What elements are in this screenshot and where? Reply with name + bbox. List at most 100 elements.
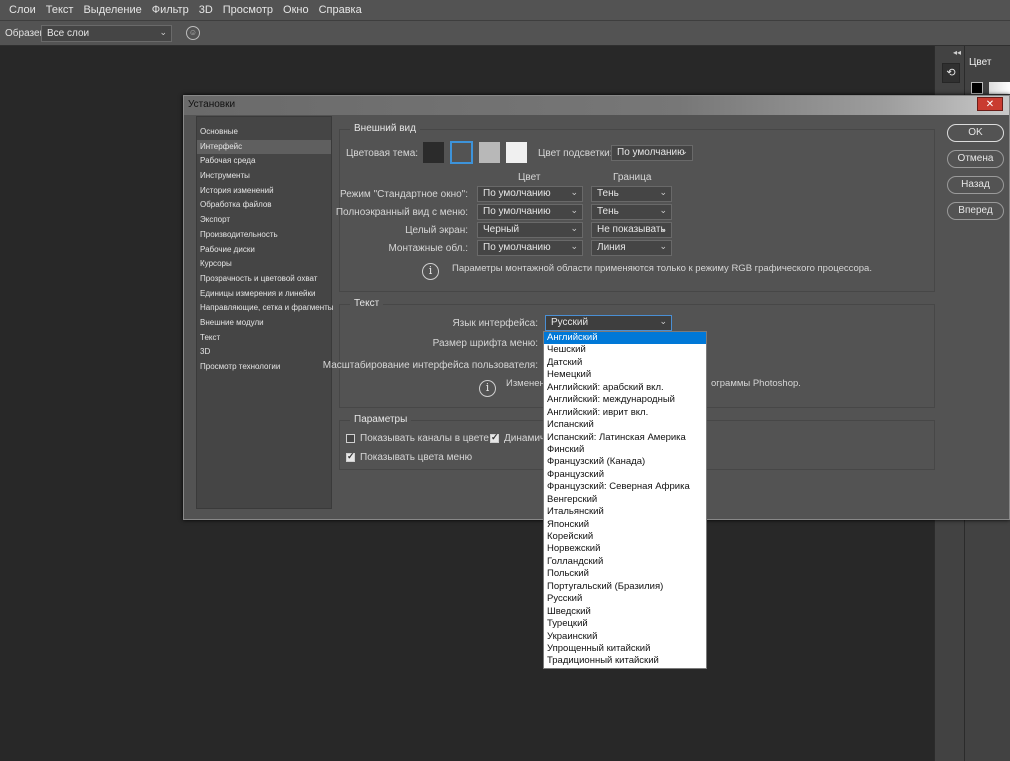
sidebar-item-tech-previews[interactable]: Просмотр технологии bbox=[197, 360, 331, 375]
language-option[interactable]: Датский bbox=[544, 357, 706, 369]
sidebar-item-guides[interactable]: Направляющие, сетка и фрагменты bbox=[197, 301, 334, 316]
sidebar-item-scratch-disks[interactable]: Рабочие диски bbox=[197, 243, 331, 258]
text-group-title: Текст bbox=[350, 298, 384, 309]
sidebar-item-performance[interactable]: Производительность bbox=[197, 228, 331, 243]
language-option[interactable]: Турецкий bbox=[544, 618, 706, 630]
language-option[interactable]: Традиционный китайский bbox=[544, 655, 706, 667]
fullscreen-color-select[interactable]: Черный ⌄ bbox=[477, 222, 583, 238]
collapse-icon[interactable]: ◂◂ bbox=[953, 48, 961, 57]
sidebar-item-interface[interactable]: Интерфейс bbox=[197, 139, 331, 155]
menu-filter[interactable]: Фильтр bbox=[147, 4, 194, 16]
theme-swatch-medium[interactable] bbox=[479, 142, 500, 163]
chevron-down-icon: ⌄ bbox=[659, 205, 667, 215]
artboards-color-select[interactable]: По умолчанию ⌄ bbox=[477, 240, 583, 256]
menu-help[interactable]: Справка bbox=[314, 4, 367, 16]
preferences-sidebar: Основные Интерфейс Рабочая среда Инструм… bbox=[196, 116, 334, 509]
fullscreen-border-select[interactable]: Не показывать ⌄ bbox=[591, 222, 672, 238]
standard-window-border-select[interactable]: Тень ⌄ bbox=[591, 186, 672, 202]
language-option[interactable]: Чешский bbox=[544, 344, 706, 356]
fullscreen-label: Целый экран: bbox=[405, 225, 468, 236]
artboard-info-text: Параметры монтажной области применяются … bbox=[452, 263, 872, 274]
menu-layers[interactable]: Слои bbox=[4, 4, 41, 16]
dynamic-sliders-checkbox[interactable] bbox=[490, 432, 499, 443]
language-option[interactable]: Португальский (Бразилия) bbox=[544, 581, 706, 593]
language-option[interactable]: Русский bbox=[544, 593, 706, 605]
color-ramp[interactable] bbox=[989, 82, 1010, 94]
sidebar-item-3d[interactable]: 3D bbox=[197, 345, 331, 360]
ui-language-select[interactable]: Русский ⌄ bbox=[545, 315, 672, 331]
language-option[interactable]: Финский bbox=[544, 444, 706, 456]
language-option[interactable]: Итальянский bbox=[544, 506, 706, 518]
cancel-button[interactable]: Отмена bbox=[947, 150, 1004, 168]
theme-swatch-dark[interactable] bbox=[450, 141, 473, 164]
history-icon[interactable]: ⟲ bbox=[942, 63, 960, 83]
chevron-down-icon: ⌄ bbox=[159, 27, 167, 37]
language-option[interactable]: Украинский bbox=[544, 631, 706, 643]
options-bar: Образец: Все слои ⌄ ☺ bbox=[0, 20, 1010, 46]
sample-select[interactable]: Все слои ⌄ bbox=[41, 25, 172, 42]
language-option[interactable]: Голландский bbox=[544, 556, 706, 568]
language-option[interactable]: Корейский bbox=[544, 531, 706, 543]
ok-button[interactable]: OK bbox=[947, 124, 1004, 142]
artboards-border-select[interactable]: Линия ⌄ bbox=[591, 240, 672, 256]
language-option[interactable]: Упрощенный китайский bbox=[544, 643, 706, 655]
language-option[interactable]: Английский: международный bbox=[544, 394, 706, 406]
language-option[interactable]: Польский bbox=[544, 568, 706, 580]
menu-window[interactable]: Окно bbox=[278, 4, 314, 16]
show-channels-color-label: Показывать каналы в цвете bbox=[360, 433, 489, 444]
language-option[interactable]: Немецкий bbox=[544, 369, 706, 381]
sidebar-item-tools[interactable]: Инструменты bbox=[197, 169, 331, 184]
chevron-down-icon: ⌄ bbox=[659, 316, 667, 326]
menu-type[interactable]: Текст bbox=[41, 4, 79, 16]
language-option[interactable]: Французский: Северная Африка bbox=[544, 481, 706, 493]
ui-language-label: Язык интерфейса: bbox=[452, 318, 538, 329]
language-option[interactable]: Японский bbox=[544, 519, 706, 531]
sidebar-item-general[interactable]: Основные bbox=[197, 125, 331, 140]
column-color-label: Цвет bbox=[518, 172, 541, 183]
standard-window-label: Режим "Стандартное окно": bbox=[339, 189, 468, 200]
language-option[interactable]: Французский bbox=[544, 469, 706, 481]
theme-swatch-light[interactable] bbox=[506, 142, 527, 163]
theme-swatch-darkest[interactable] bbox=[423, 142, 444, 163]
restart-info-text-left: Изменен bbox=[506, 378, 545, 389]
language-option[interactable]: Английский bbox=[544, 332, 706, 345]
menu-3d[interactable]: 3D bbox=[194, 4, 218, 16]
menu-select[interactable]: Выделение bbox=[78, 4, 146, 16]
sidebar-item-transparency[interactable]: Прозрачность и цветовой охват bbox=[197, 272, 331, 287]
menu-view[interactable]: Просмотр bbox=[218, 4, 278, 16]
language-option[interactable]: Венгерский bbox=[544, 494, 706, 506]
show-menu-colors-checkbox[interactable] bbox=[346, 451, 355, 462]
fullscreen-menu-color-select[interactable]: По умолчанию ⌄ bbox=[477, 204, 583, 220]
highlight-color-select[interactable]: По умолчанию ⌄ bbox=[611, 145, 693, 161]
language-option[interactable]: Норвежский bbox=[544, 543, 706, 555]
tab-color[interactable]: Цвет bbox=[969, 57, 991, 68]
language-option[interactable]: Французский (Канада) bbox=[544, 456, 706, 468]
column-border-label: Граница bbox=[613, 172, 652, 183]
sidebar-item-workspace[interactable]: Рабочая среда bbox=[197, 154, 331, 169]
back-button[interactable]: Назад bbox=[947, 176, 1004, 194]
sidebar-item-export[interactable]: Экспорт bbox=[197, 213, 331, 228]
sidebar-item-file-handling[interactable]: Обработка файлов bbox=[197, 198, 331, 213]
sidebar-item-cursors[interactable]: Курсоры bbox=[197, 257, 331, 272]
foreground-color-swatch[interactable] bbox=[971, 82, 983, 94]
show-channels-color-checkbox[interactable] bbox=[346, 434, 355, 443]
standard-window-color-select[interactable]: По умолчанию ⌄ bbox=[477, 186, 583, 202]
language-option[interactable]: Испанский bbox=[544, 419, 706, 431]
face-aware-icon[interactable]: ☺ bbox=[186, 26, 200, 40]
fullscreen-menu-border-select[interactable]: Тень ⌄ bbox=[591, 204, 672, 220]
forward-button[interactable]: Вперед bbox=[947, 202, 1004, 220]
restart-info-text-right: ограммы Photoshop. bbox=[711, 378, 801, 389]
language-option[interactable]: Шведский bbox=[544, 606, 706, 618]
appearance-title: Внешний вид bbox=[350, 123, 420, 134]
chevron-down-icon: ⌄ bbox=[570, 205, 578, 215]
fullscreen-menu-color-value: По умолчанию bbox=[483, 206, 551, 217]
sidebar-item-type[interactable]: Текст bbox=[197, 331, 331, 346]
close-button[interactable]: ✕ bbox=[977, 97, 1003, 111]
sidebar-item-history-log[interactable]: История изменений bbox=[197, 184, 331, 199]
language-option[interactable]: Английский: иврит вкл. bbox=[544, 407, 706, 419]
dialog-titlebar: Установки bbox=[184, 96, 1009, 115]
language-option[interactable]: Испанский: Латинская Америка bbox=[544, 432, 706, 444]
language-option[interactable]: Английский: арабский вкл. bbox=[544, 382, 706, 394]
sidebar-item-plugins[interactable]: Внешние модули bbox=[197, 316, 331, 331]
sidebar-item-units[interactable]: Единицы измерения и линейки bbox=[197, 287, 331, 302]
